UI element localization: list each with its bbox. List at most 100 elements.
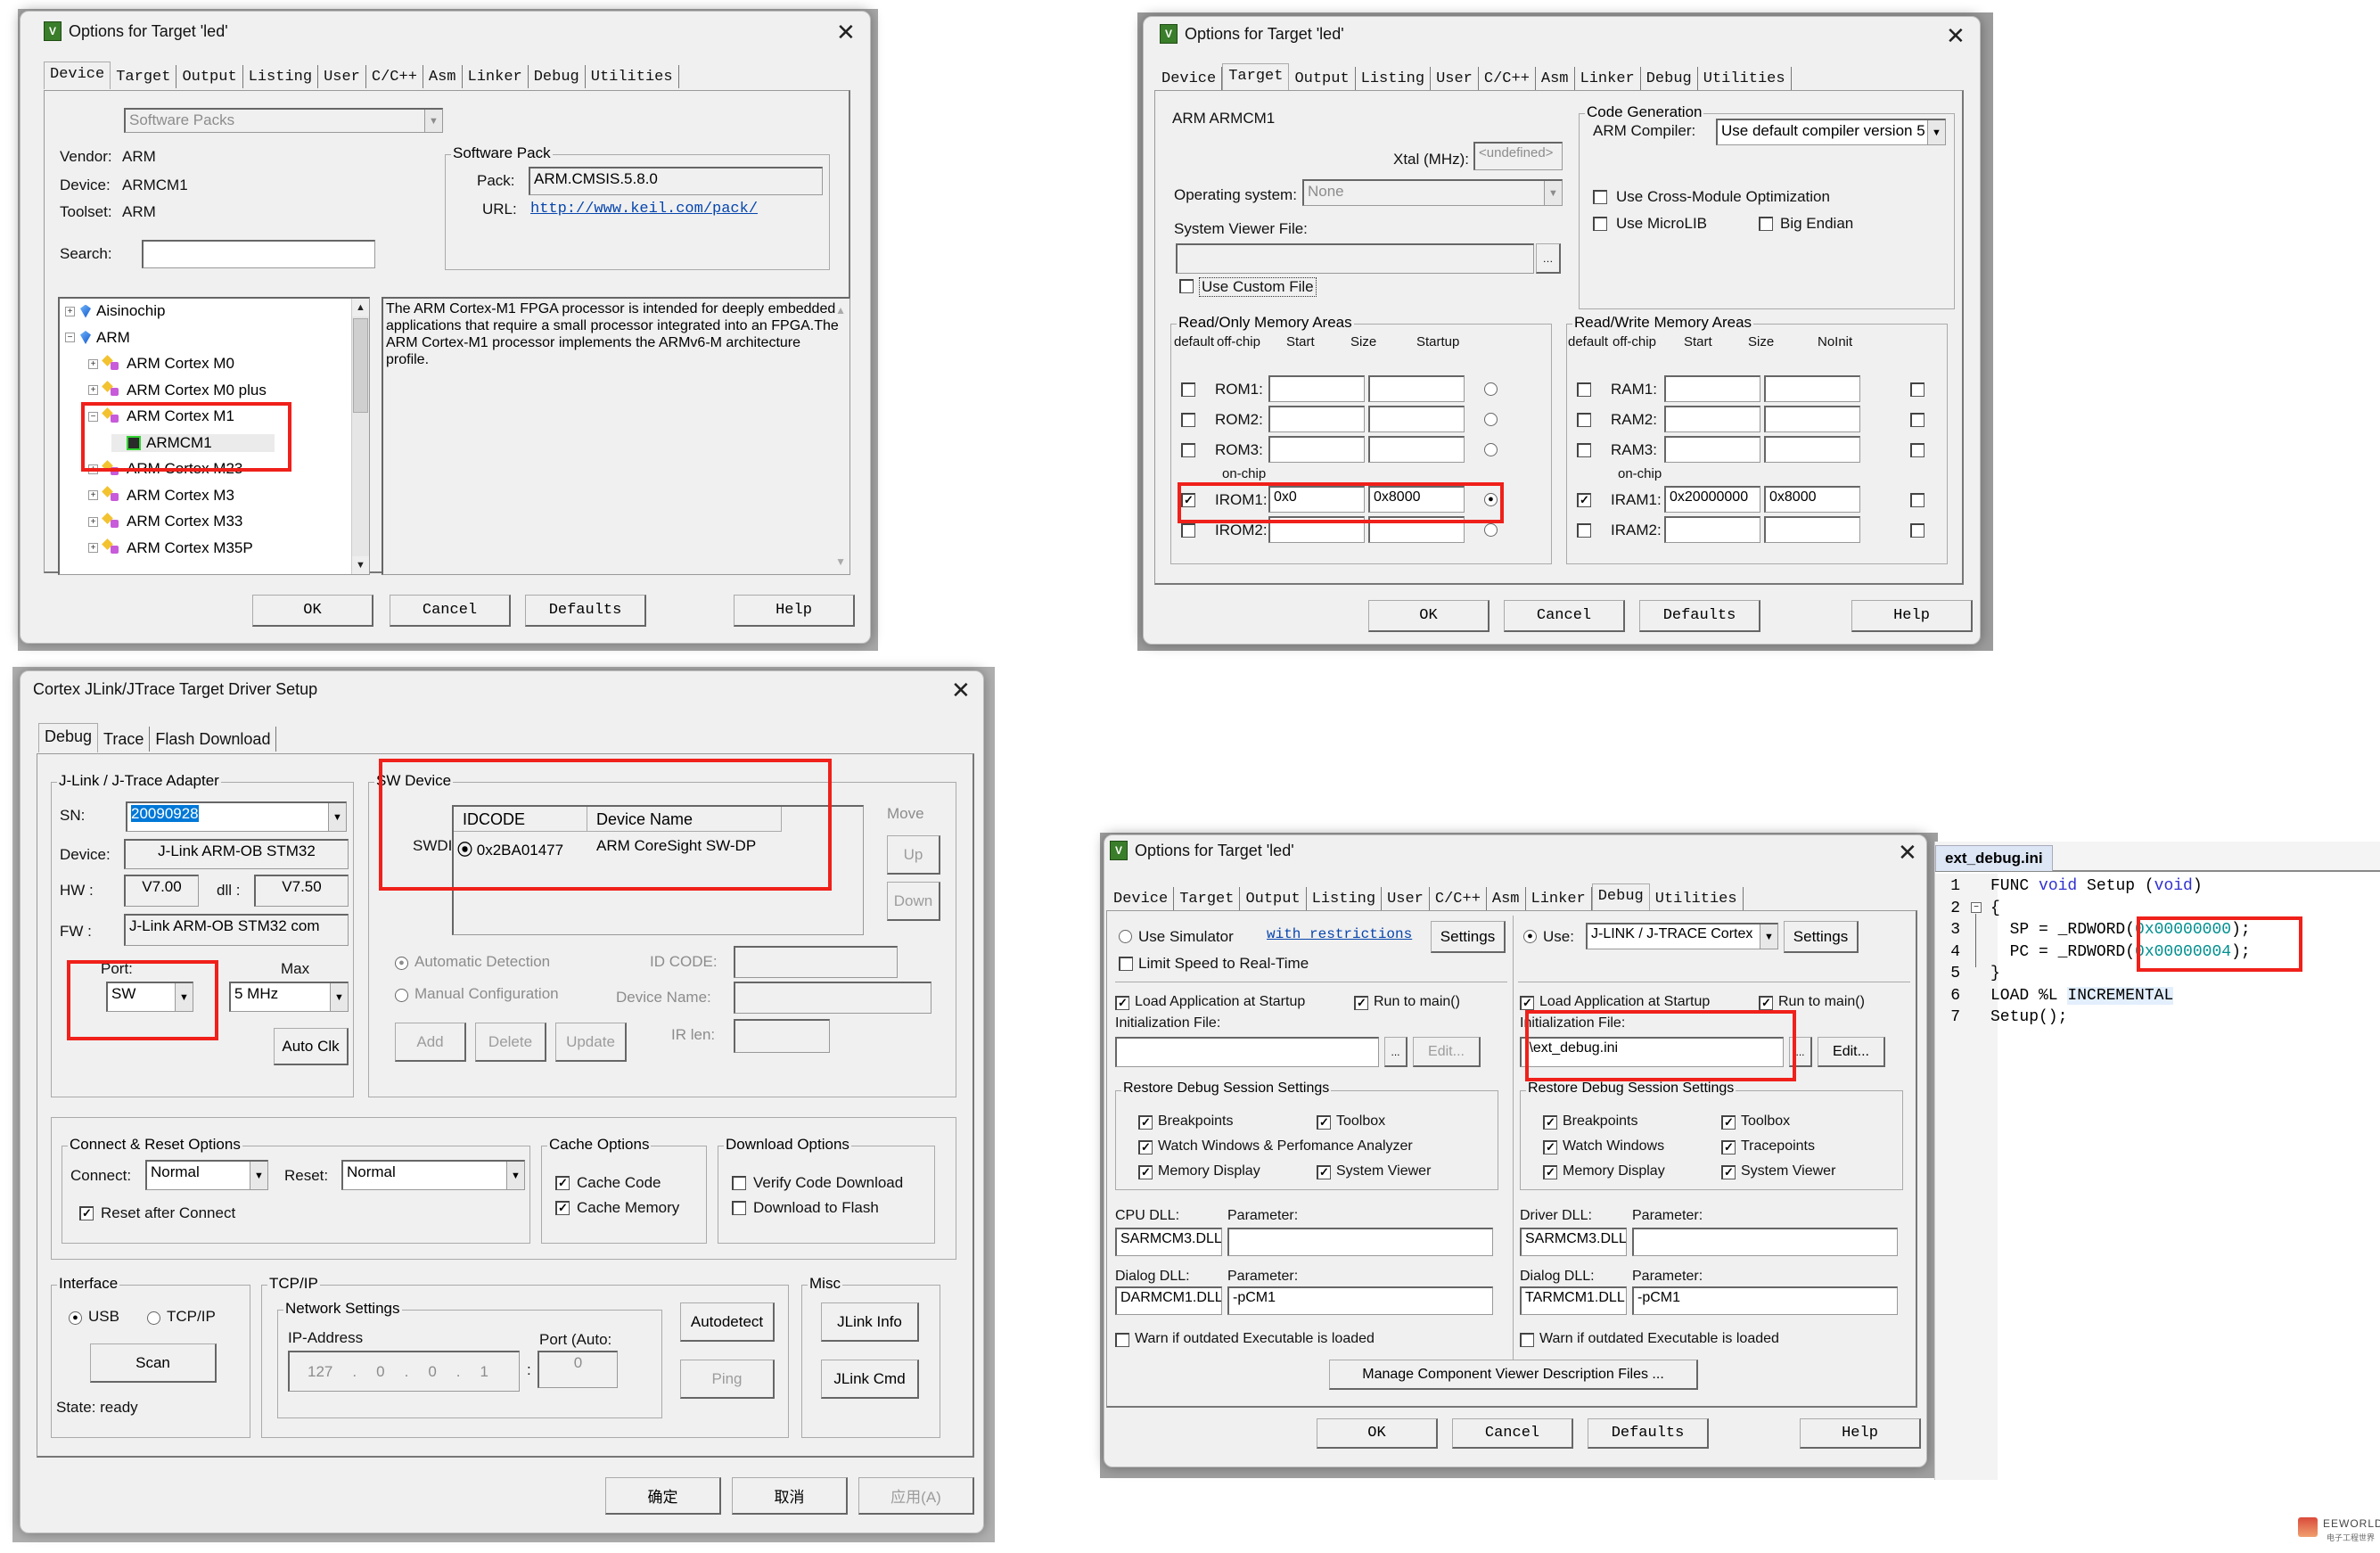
expander-plus-icon[interactable]: +: [88, 464, 98, 474]
noinit-checkbox[interactable]: [1910, 443, 1925, 457]
tab-device[interactable]: Device: [1156, 67, 1223, 90]
compiler-select[interactable]: Use default compiler version 5 ▼: [1716, 119, 1946, 145]
start-field[interactable]: 0x20000000: [1664, 486, 1760, 513]
defaults-button[interactable]: Defaults: [1588, 1418, 1709, 1449]
run-main-checkbox[interactable]: ✓: [1759, 996, 1773, 1010]
restore-checkbox[interactable]: ✓: [1543, 1115, 1557, 1130]
tab-target[interactable]: Target: [1222, 63, 1290, 91]
cache-memory-checkbox[interactable]: ✓: [555, 1201, 570, 1215]
usb-radio[interactable]: ●: [69, 1311, 82, 1325]
tab-utilities[interactable]: Utilities: [1649, 887, 1744, 910]
code-line[interactable]: {: [1990, 900, 2000, 917]
tree-item[interactable]: + ARM Cortex M35P: [88, 539, 253, 557]
cancel-button[interactable]: Cancel: [1504, 600, 1625, 632]
startup-radio[interactable]: ●: [1484, 493, 1498, 506]
tab-debug[interactable]: Debug: [1591, 883, 1650, 911]
tab-listing[interactable]: Listing: [1355, 67, 1432, 90]
size-field[interactable]: [1764, 375, 1860, 402]
table-row[interactable]: ⦿ 0x2BA01477: [457, 837, 563, 859]
tree-item[interactable]: ARMCM1: [111, 433, 275, 452]
expander-plus-icon[interactable]: +: [88, 516, 98, 527]
tab-user[interactable]: User: [1382, 887, 1430, 910]
jlink-info-button[interactable]: JLink Info: [821, 1302, 919, 1342]
tab-debug[interactable]: Debug: [1640, 67, 1698, 90]
scroll-down-icon[interactable]: ▼: [352, 556, 369, 574]
parameter-field[interactable]: [1227, 1228, 1493, 1256]
tab-c-c-[interactable]: C/C++: [1429, 887, 1487, 910]
parameter-field[interactable]: -pCM1: [1227, 1286, 1493, 1315]
scroll-down-icon[interactable]: ▼: [835, 554, 846, 571]
cancel-button[interactable]: Cancel: [1452, 1418, 1573, 1449]
parameter-field[interactable]: -pCM1: [1632, 1286, 1898, 1315]
tab-device[interactable]: Device: [1108, 887, 1175, 910]
restore-checkbox[interactable]: ✓: [1317, 1115, 1331, 1130]
scroll-up-icon[interactable]: ▲: [352, 299, 369, 316]
start-field[interactable]: [1664, 516, 1760, 543]
port-select[interactable]: SW ▼: [106, 982, 193, 1012]
tab-linker[interactable]: Linker: [462, 65, 529, 88]
id-code-field[interactable]: [734, 946, 898, 978]
update-button[interactable]: Update: [555, 1023, 627, 1062]
dll-field[interactable]: SARMCM3.DLL: [1520, 1228, 1627, 1256]
start-field[interactable]: 0x0: [1268, 486, 1365, 513]
tab-target[interactable]: Target: [1174, 887, 1241, 910]
start-field[interactable]: [1268, 516, 1365, 543]
tab-c-c-[interactable]: C/C++: [365, 65, 423, 88]
ok-button[interactable]: OK: [252, 595, 373, 627]
use-custom-file-checkbox[interactable]: [1179, 279, 1194, 293]
load-app-checkbox[interactable]: ✓: [1520, 996, 1534, 1010]
default-checkbox[interactable]: [1181, 382, 1195, 397]
help-button[interactable]: Help: [734, 595, 855, 627]
use-debugger-radio[interactable]: ●: [1523, 930, 1537, 943]
default-checkbox[interactable]: [1577, 523, 1591, 538]
tab-flash-download[interactable]: Flash Download: [150, 727, 277, 752]
size-field[interactable]: 0x8000: [1368, 486, 1465, 513]
tab-user[interactable]: User: [318, 65, 366, 88]
default-checkbox[interactable]: [1181, 523, 1195, 538]
move-down-button[interactable]: Down: [887, 882, 940, 921]
tab-trace[interactable]: Trace: [98, 727, 151, 752]
restore-checkbox[interactable]: ✓: [1138, 1140, 1153, 1154]
tab-listing[interactable]: Listing: [1306, 887, 1383, 910]
tab-asm[interactable]: Asm: [423, 65, 463, 88]
tab-asm[interactable]: Asm: [1535, 67, 1575, 90]
default-checkbox[interactable]: [1577, 443, 1591, 457]
expander-plus-icon[interactable]: +: [88, 385, 98, 395]
limit-speed-checkbox[interactable]: [1119, 957, 1133, 971]
ok-button[interactable]: OK: [1368, 600, 1490, 632]
col-header-idcode[interactable]: IDCODE: [454, 807, 587, 832]
tree-item[interactable]: − ARM: [65, 329, 130, 347]
close-icon[interactable]: ✕: [951, 678, 971, 702]
edit-button[interactable]: Edit...: [1818, 1037, 1885, 1067]
tcpip-radio[interactable]: [147, 1311, 160, 1325]
download-flash-checkbox[interactable]: [732, 1201, 746, 1215]
default-checkbox[interactable]: ✓: [1181, 493, 1195, 507]
restore-checkbox[interactable]: ✓: [1721, 1165, 1736, 1179]
code-line[interactable]: }: [1990, 965, 2000, 982]
help-button[interactable]: Help: [1800, 1418, 1921, 1449]
startup-radio[interactable]: [1484, 523, 1498, 537]
tab-user[interactable]: User: [1431, 67, 1479, 90]
size-field[interactable]: [1764, 516, 1860, 543]
verify-code-checkbox[interactable]: [732, 1176, 746, 1190]
parameter-field[interactable]: [1632, 1228, 1898, 1256]
svf-field[interactable]: [1176, 243, 1534, 274]
ok-button[interactable]: 确定: [605, 1477, 721, 1515]
expander-plus-icon[interactable]: +: [65, 306, 75, 316]
tree-item[interactable]: + ARM Cortex M23: [88, 460, 242, 478]
code-line[interactable]: FUNC void Setup (void): [1990, 877, 2203, 895]
pack-url-link[interactable]: http://www.keil.com/pack/: [530, 201, 758, 218]
move-up-button[interactable]: Up: [887, 835, 940, 875]
size-field[interactable]: [1368, 436, 1465, 463]
close-icon[interactable]: ✕: [836, 21, 856, 44]
tab-debug[interactable]: Debug: [528, 65, 586, 88]
dll-field[interactable]: SARMCM3.DLL: [1115, 1228, 1222, 1256]
run-main-checkbox[interactable]: ✓: [1354, 996, 1368, 1010]
port-auto-field[interactable]: 0: [538, 1351, 618, 1388]
with-restrictions-link[interactable]: with restrictions: [1267, 926, 1412, 942]
scroll-up-icon[interactable]: ▲: [835, 302, 846, 319]
browse-button[interactable]: ...: [1789, 1037, 1812, 1067]
close-icon[interactable]: ✕: [1898, 841, 1917, 864]
restore-checkbox[interactable]: ✓: [1721, 1140, 1736, 1154]
startup-radio[interactable]: [1484, 443, 1498, 456]
